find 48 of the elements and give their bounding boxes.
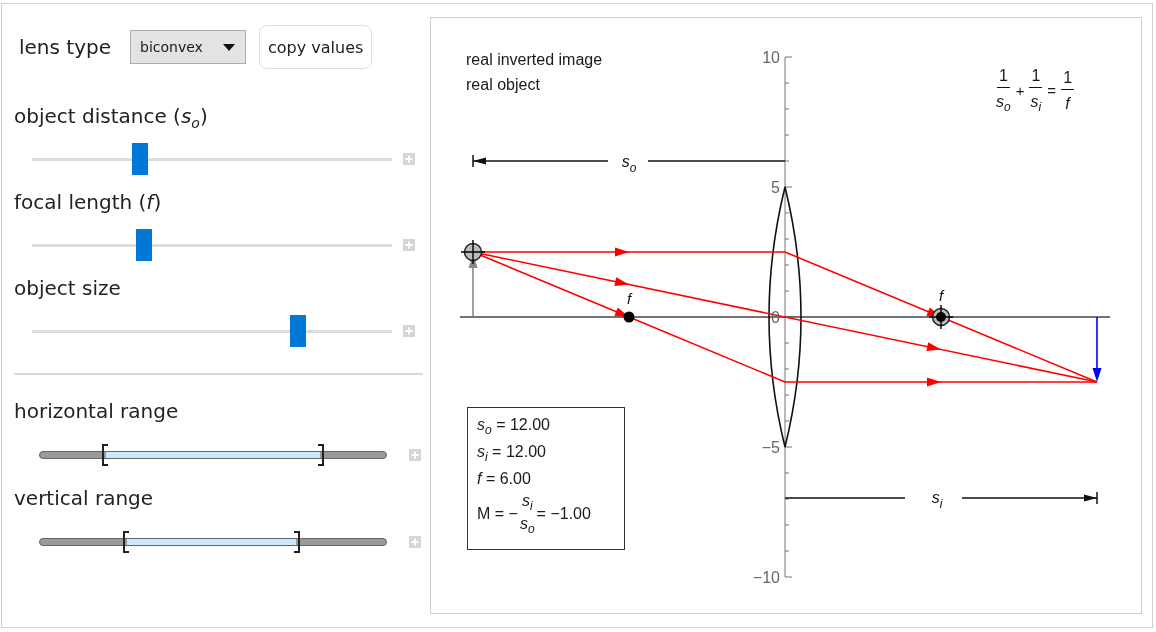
slider-thumb[interactable] (135, 229, 152, 261)
readout-text: = −1.00 (536, 505, 591, 524)
formula-numerator: 1 (1029, 68, 1043, 88)
formula-numerator: 1 (996, 68, 1010, 88)
range-slider[interactable] (39, 530, 387, 553)
formula-operator: + (1015, 82, 1025, 100)
slider[interactable] (32, 143, 392, 175)
formula-denominator: f (1065, 93, 1070, 112)
readout-line: s$_{o}$ = 12.00 (477, 416, 551, 440)
lens-type-label: lens type (19, 35, 111, 59)
readout-text: M = − (477, 505, 518, 524)
formula-denominator: s$_{i}$ (1030, 92, 1042, 114)
caret-icon (223, 43, 235, 51)
readout-line: f = 6.00 (477, 470, 532, 489)
range-handle[interactable] (101, 443, 110, 466)
range-handle[interactable] (292, 530, 301, 553)
slider[interactable] (32, 315, 392, 347)
slider-label: horizontal range (14, 398, 180, 425)
range-handle[interactable] (316, 443, 325, 466)
slider-label: vertical range (14, 485, 155, 512)
axis-tick-label: 10 (762, 50, 780, 66)
lens-type-dropdown[interactable]: biconvex (130, 30, 246, 64)
slider-label: object distance (s$_{o}$) (14, 103, 209, 131)
focal-label: f (625, 290, 633, 306)
formula-operator: = (1047, 82, 1057, 100)
axis-tick-label: −10 (752, 570, 780, 586)
status-text: real inverted image (466, 51, 603, 70)
focal-point (623, 311, 634, 322)
status-text: real object (466, 76, 541, 95)
axis-tick-label: 5 (771, 180, 780, 196)
drag-handle[interactable] (927, 303, 954, 330)
slider-label: focal length (f) (14, 189, 163, 216)
fraction-numerator: s$_{i}$ (520, 493, 534, 513)
range-handle[interactable] (122, 530, 130, 553)
readout-line: s$_{i}$ = 12.00 (477, 443, 547, 467)
slider-thumb[interactable] (132, 143, 148, 175)
formula-denominator: s$_{o}$ (996, 92, 1011, 114)
axis-tick-label: −5 (761, 440, 780, 456)
copy-values-button[interactable]: copy values (259, 25, 373, 69)
slider[interactable] (32, 229, 392, 261)
image-arrow (1092, 315, 1101, 382)
range-slider[interactable] (39, 443, 387, 466)
formula-numerator: 1 (1061, 69, 1075, 90)
slider-label: object size (14, 275, 122, 302)
focal-label: f (937, 287, 945, 303)
slider-thumb[interactable] (290, 315, 307, 347)
fraction-denominator: s$_{o}$ (519, 514, 535, 536)
drag-handle[interactable] (459, 238, 486, 265)
